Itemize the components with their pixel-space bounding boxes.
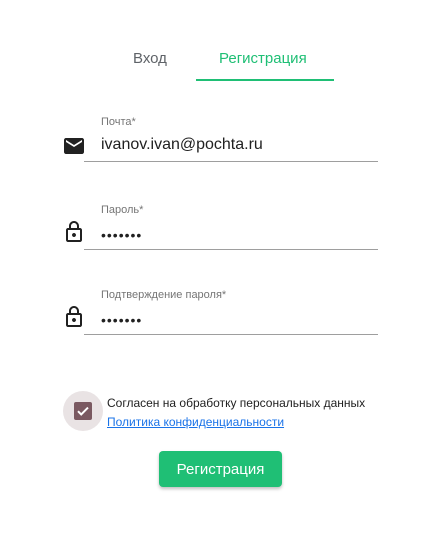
mail-icon [62, 134, 86, 158]
auth-tabs: Вход Регистрация [0, 0, 446, 82]
password-input[interactable] [101, 224, 373, 246]
email-underline [84, 161, 378, 162]
email-field: Почта* [62, 116, 378, 166]
password-underline [84, 249, 378, 250]
password-field: Пароль* [62, 204, 378, 254]
consent-text: Согласен на обработку персональных данны… [107, 396, 366, 410]
lock-icon [62, 305, 86, 329]
register-button[interactable]: Регистрация [159, 451, 282, 487]
email-input[interactable] [101, 134, 373, 156]
password-confirm-label: Подтверждение пароля* [101, 289, 227, 301]
privacy-policy-link[interactable]: Политика конфиденциальности [107, 415, 284, 429]
password-label: Пароль* [101, 204, 144, 216]
tab-login[interactable]: Вход [133, 50, 167, 67]
password-confirm-field: Подтверждение пароля* [62, 289, 378, 339]
password-confirm-underline [84, 334, 378, 335]
checkmark-icon [77, 406, 89, 416]
lock-icon [62, 220, 86, 244]
consent-checkbox[interactable] [74, 402, 92, 420]
active-tab-indicator [196, 79, 334, 81]
password-confirm-input[interactable] [101, 309, 373, 331]
email-label: Почта* [101, 116, 136, 128]
tab-register[interactable]: Регистрация [219, 50, 307, 67]
